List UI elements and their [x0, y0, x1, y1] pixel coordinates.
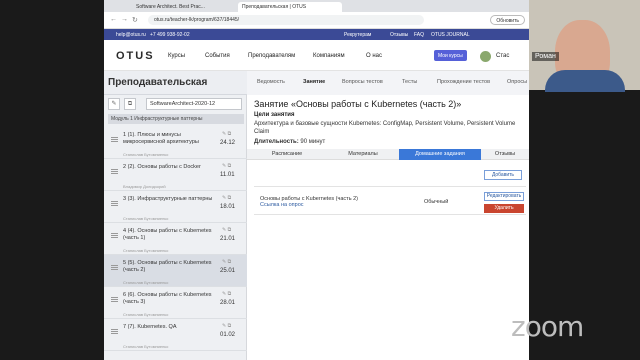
lesson-content: Занятие «Основы работы с Kubernetes (час… — [247, 95, 529, 360]
drag-handle-icon[interactable] — [111, 137, 118, 142]
edit-icon[interactable]: ✎ ⧉ — [222, 323, 231, 329]
my-courses-button[interactable]: Мои курсы — [434, 50, 467, 61]
forward-icon[interactable]: → — [121, 16, 128, 23]
zoom-logo: zoom — [511, 310, 584, 343]
drag-handle-icon[interactable] — [111, 233, 118, 238]
edit-icon[interactable]: ✎ — [108, 98, 120, 110]
page-title: Преподавательская — [108, 77, 208, 88]
edit-icon[interactable]: ✎ ⧉ — [222, 163, 231, 169]
zoom-left-background — [0, 0, 104, 360]
group-select[interactable]: SoftwareArchitect-2020-12 — [146, 98, 242, 110]
participant-name: Роман — [532, 52, 559, 61]
lesson-item[interactable]: 6 (6). Основы работы с Kubernetes (часть… — [104, 287, 247, 319]
tab-materials[interactable]: Материалы — [327, 149, 399, 160]
tab-surveys[interactable]: Опросы — [507, 79, 527, 85]
nav-courses[interactable]: Курсы — [168, 53, 185, 59]
browser-window: Software Architect. Best Prac... Препода… — [104, 0, 529, 360]
homework-type: Обычный — [424, 199, 449, 205]
goals-text: Архитектура и базовые сущности Kubernete… — [254, 121, 516, 135]
participant-shirt — [545, 70, 625, 92]
tab-gradebook[interactable]: Ведомость — [257, 79, 285, 85]
reload-icon[interactable]: ↻ — [132, 16, 138, 24]
module-header[interactable]: Модуль 1 Инфраструктурные паттерны — [108, 114, 244, 124]
back-icon[interactable]: ← — [110, 16, 117, 23]
drag-handle-icon[interactable] — [111, 201, 118, 206]
link-faq[interactable]: FAQ — [414, 32, 424, 38]
browser-tab-active[interactable]: Преподавательская | OTUS — [238, 2, 342, 12]
tab-test-questions[interactable]: Вопросы тестов — [342, 79, 383, 85]
lesson-item[interactable]: 7 (7). Kubernetes. QA Станислав Бутомние… — [104, 319, 247, 351]
nav-events[interactable]: События — [205, 53, 230, 59]
tab-test-results[interactable]: Прохождение тестов — [437, 79, 490, 85]
address-bar-row: ← → ↻ otus.ru/teacher-lk/program/637/184… — [104, 12, 529, 29]
link-journal[interactable]: OTUS JOURNAL — [431, 32, 470, 38]
edit-homework-button[interactable]: Редактировать — [484, 192, 524, 201]
tab-tests[interactable]: Тесты — [402, 79, 417, 85]
site-top-strip: help@otus.ru +7 499 938-92-02 Рекрутерам… — [104, 29, 529, 40]
tab-homework[interactable]: Домашние задания — [399, 149, 481, 160]
lesson-item[interactable]: 3 (3). Инфраструктурные паттерны Станисл… — [104, 191, 247, 223]
homework-row: Основы работы с Kubernetes (часть 2) Ссы… — [254, 186, 526, 215]
edit-icon[interactable]: ✎ ⧉ — [222, 259, 231, 265]
duration: Длительность: 90 минут — [254, 139, 326, 145]
edit-icon[interactable]: ✎ ⧉ — [222, 131, 231, 137]
support-email[interactable]: help@otus.ru — [116, 32, 146, 38]
tab-schedule[interactable]: Расписание — [247, 149, 327, 160]
drag-handle-icon[interactable] — [111, 169, 118, 174]
copy-icon[interactable]: ⧉ — [124, 98, 136, 110]
survey-link[interactable]: Ссылка на опрос — [260, 202, 304, 208]
lesson-item[interactable]: 1 (1). Плюсы и минусы микросервисной арх… — [104, 127, 247, 159]
user-name[interactable]: Стас — [496, 53, 509, 59]
drag-handle-icon[interactable] — [111, 297, 118, 302]
url-field[interactable]: otus.ru/teacher-lk/program/637/18445/ — [148, 15, 424, 25]
edit-icon[interactable]: ✎ ⧉ — [222, 227, 231, 233]
lesson-title: Занятие «Основы работы с Kubernetes (час… — [254, 99, 462, 109]
edit-icon[interactable]: ✎ ⧉ — [222, 195, 231, 201]
lessons-sidebar: ✎ ⧉ SoftwareArchitect-2020-12 Модуль 1 И… — [104, 95, 247, 360]
tab-reviews[interactable]: Отзывы — [481, 149, 529, 160]
lesson-item[interactable]: 4 (4). Основы работы с Kubernetes (часть… — [104, 223, 247, 255]
link-reviews[interactable]: Отзывы — [390, 32, 408, 38]
goals-label: Цели занятия — [254, 112, 295, 118]
tab-lesson[interactable]: Занятие — [303, 79, 325, 85]
browser-tab[interactable]: Software Architect. Best Prac... — [132, 2, 236, 12]
lesson-item-selected[interactable]: 5 (5). Основы работы с Kubernetes (часть… — [104, 255, 247, 287]
lesson-tabs: Расписание Материалы Домашние задания От… — [247, 149, 529, 160]
delete-homework-button[interactable]: Удалить — [484, 204, 524, 213]
add-homework-button[interactable]: Добавить — [484, 170, 522, 180]
lesson-item[interactable]: 2 (2). Основы работы с Docker Владимир Д… — [104, 159, 247, 191]
browser-tabbar: Software Architect. Best Prac... Препода… — [104, 0, 529, 17]
teacher-header: Преподавательская Ведомость Занятие Вопр… — [104, 71, 529, 95]
nav-companies[interactable]: Компаниям — [313, 53, 345, 59]
teacher-tabs: Ведомость Занятие Вопросы тестов Тесты П… — [247, 71, 529, 95]
update-browser-button[interactable]: Обновить — [490, 15, 525, 25]
nav-teachers[interactable]: Преподавателям — [248, 53, 295, 59]
main-navigation: OTUS Курсы События Преподавателям Компан… — [104, 40, 529, 71]
support-phone[interactable]: +7 499 938-92-02 — [150, 32, 190, 38]
link-recruiters[interactable]: Рекрутерам — [344, 32, 371, 38]
drag-handle-icon[interactable] — [111, 265, 118, 270]
otus-logo[interactable]: OTUS — [116, 50, 155, 62]
nav-about[interactable]: О нас — [366, 53, 382, 59]
drag-handle-icon[interactable] — [111, 329, 118, 334]
avatar[interactable] — [480, 51, 491, 62]
edit-icon[interactable]: ✎ ⧉ — [222, 291, 231, 297]
